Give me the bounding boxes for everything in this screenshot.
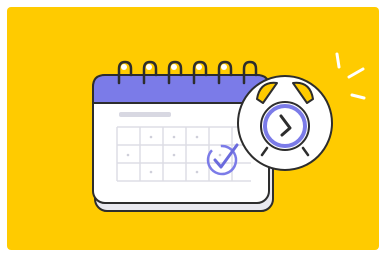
illustration-card [7, 7, 379, 250]
calendar-alarm-illustration [7, 7, 379, 250]
frame [0, 0, 386, 257]
alarm-clock-icon [237, 75, 333, 171]
